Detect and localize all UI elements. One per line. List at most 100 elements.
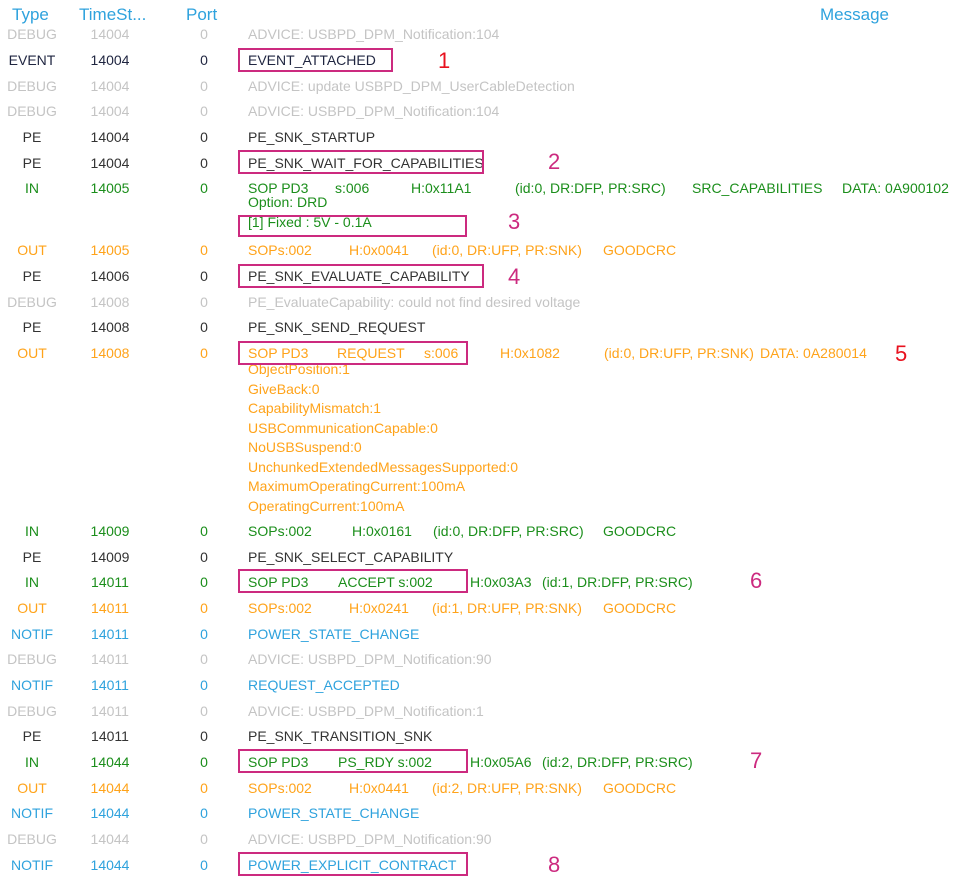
log-port: 0: [200, 155, 208, 171]
log-row[interactable]: PE 14004 0 PE_SNK_STARTUP: [0, 124, 961, 150]
log-message: ADVICE: update USBPD_DPM_UserCableDetect…: [248, 78, 575, 94]
log-row[interactable]: DEBUG 14011 0 ADVICE: USBPD_DPM_Notificatio…: [0, 698, 961, 724]
log-message-part: (id:0, DR:UFP, PR:SNK): [432, 242, 582, 258]
annotation-number-2: 2: [548, 149, 561, 174]
log-port: 0: [200, 180, 208, 196]
log-message-part: H:0x11A1: [411, 180, 472, 196]
highlight-box-3: [238, 215, 467, 237]
log-port: 0: [200, 857, 208, 873]
log-row[interactable]: OUT 14011 0 SOPs:002 H:0x0241 (id:1, DR:UFP, …: [0, 595, 961, 621]
log-message-part: SOPs:002: [248, 242, 312, 258]
log-row[interactable]: NOTIF 14044 0 POWER_EXPLICIT_CONTRACT: [0, 852, 961, 878]
log-row[interactable]: OUT 14005 0 SOPs:002 H:0x0041 (id:0, DR:UFP, …: [0, 237, 961, 263]
log-row[interactable]: NOTIF 14011 0 POWER_STATE_CHANGE: [0, 621, 961, 647]
log-message: ADVICE: USBPD_DPM_Notification:90: [248, 831, 492, 847]
highlight-box-6: [238, 569, 468, 593]
highlight-box-2: [238, 150, 484, 174]
log-message-part: (id:0, DR:UFP, PR:SNK): [604, 345, 754, 361]
log-type: PE: [22, 155, 42, 171]
log-type: DEBUG: [7, 78, 57, 94]
log-row[interactable]: PE 14008 0 PE_SNK_SEND_REQUEST: [0, 314, 961, 340]
log-timestamp: 14044: [90, 780, 130, 796]
log-type: PE: [22, 549, 42, 565]
log-row[interactable]: OUT 14044 0 SOPs:002 H:0x0441 (id:2, DR:UFP, …: [0, 775, 961, 801]
log-type: IN: [25, 754, 39, 770]
log-row[interactable]: DEBUG 14011 0 ADVICE: USBPD_DPM_Notificatio…: [0, 646, 961, 672]
log-row[interactable]: DEBUG 14008 0 PE_EvaluateCapability: could …: [0, 289, 961, 315]
log-message: PE_SNK_SEND_REQUEST: [248, 319, 426, 335]
log-port: 0: [200, 523, 208, 539]
log-row[interactable]: DEBUG 14004 0 ADVICE: USBPD_DPM_Notificatio…: [0, 21, 961, 47]
log-type: IN: [25, 574, 39, 590]
log-type: DEBUG: [7, 703, 57, 719]
log-type: NOTIF: [11, 626, 53, 642]
log-row[interactable]: IN 14005 0 SOP PD3 s:006 H:0x11A1 (id:0, DR:DF…: [0, 175, 961, 201]
log-detail-line: MaximumOperatingCurrent:100mA: [248, 478, 466, 494]
log-type: PE: [22, 728, 42, 744]
log-timestamp: 14011: [91, 574, 129, 590]
annotation-number-5: 5: [895, 341, 908, 366]
log-type: DEBUG: [7, 831, 57, 847]
log-message: REQUEST_ACCEPTED: [248, 677, 400, 693]
log-message-part: GOODCRC: [603, 780, 677, 796]
log-message: POWER_STATE_CHANGE: [248, 805, 420, 821]
log-port: 0: [200, 677, 208, 693]
log-message: ADVICE: USBPD_DPM_Notification:1: [248, 703, 484, 719]
log-timestamp: 14004: [90, 103, 130, 119]
log-type: NOTIF: [11, 805, 53, 821]
log-detail-line: CapabilityMismatch:1: [248, 400, 382, 416]
log-port: 0: [200, 626, 208, 642]
log-message-part: SRC_CAPABILITIES: [692, 180, 823, 196]
log-row[interactable]: OUT 14008 0 SOP PD3 REQUEST s:006 H:0x1082 (id:…: [0, 340, 961, 366]
log-row[interactable]: IN 14011 0 SOP PD3 ACCEPT s:002 H:0x03A3 (id:1…: [0, 569, 961, 595]
log-timestamp: 14044: [90, 831, 130, 847]
log-port: 0: [200, 319, 208, 335]
log-port: 0: [200, 703, 208, 719]
log-row[interactable]: PE 14009 0 PE_SNK_SELECT_CAPABILITY: [0, 544, 961, 570]
log-timestamp: 14004: [90, 52, 130, 68]
log-type: EVENT: [8, 52, 56, 68]
log-detail-line: OperatingCurrent:100mA: [248, 497, 405, 514]
log-timestamp: 14044: [90, 754, 130, 770]
log-message-part: GOODCRC: [603, 242, 677, 258]
log-detail-line: GiveBack:0: [248, 380, 320, 397]
log-port: 0: [200, 600, 208, 616]
log-row[interactable]: DEBUG 14044 0 ADVICE: USBPD_DPM_Notificatio…: [0, 826, 961, 852]
log-message-part: (id:0, DR:DFP, PR:SRC): [433, 523, 584, 539]
log-row[interactable]: EVENT 14004 0 EVENT_ATTACHED: [0, 47, 961, 73]
log-detail-line: USBCommunicationCapable:0: [248, 419, 438, 436]
log-timestamp: 14004: [90, 155, 130, 171]
log-type: DEBUG: [7, 294, 57, 310]
log-message-part: (id:0, DR:DFP, PR:SRC): [515, 180, 666, 196]
log-port: 0: [200, 831, 208, 847]
annotation-number-8: 8: [548, 852, 561, 877]
log-message-part: DATA: 0A900102: [842, 180, 949, 196]
log-row[interactable]: NOTIF 14011 0 REQUEST_ACCEPTED: [0, 672, 961, 698]
log-port: 0: [200, 26, 208, 42]
log-message-part: SOPs:002: [248, 600, 312, 616]
log-port: 0: [200, 345, 208, 361]
log-timestamp: 14008: [90, 294, 130, 310]
log-detail-line: Option: DRD: [248, 194, 328, 210]
log-row[interactable]: IN 14044 0 SOP PD3 PS_RDY s:002 H:0x05A6 (id:2…: [0, 749, 961, 775]
annotation-number-6: 6: [750, 568, 763, 593]
log-row[interactable]: IN 14009 0 SOPs:002 H:0x0161 (id:0, DR:DFP, P…: [0, 518, 961, 544]
log-message: PE_SNK_STARTUP: [248, 129, 376, 145]
log-row[interactable]: NOTIF 14044 0 POWER_STATE_CHANGE: [0, 800, 961, 826]
highlight-box-1: [238, 48, 393, 72]
log-type: OUT: [17, 600, 47, 616]
log-message-part: H:0x1082: [500, 345, 560, 361]
log-row[interactable]: DEBUG 14004 0 ADVICE: update USBPD_DPM_User…: [0, 73, 961, 99]
log-row[interactable]: PE 14011 0 PE_SNK_TRANSITION_SNK: [0, 723, 961, 749]
log-type: DEBUG: [7, 26, 57, 42]
log-port: 0: [200, 268, 208, 284]
log-port: 0: [200, 780, 208, 796]
log-message-part: SOPs:002: [248, 523, 312, 539]
highlight-box-5: [238, 341, 468, 365]
log-row[interactable]: DEBUG 14004 0 ADVICE: USBPD_DPM_Notificatio…: [0, 98, 961, 124]
log-message-part: H:0x0441: [349, 780, 409, 796]
log-port: 0: [200, 129, 208, 145]
log-type: PE: [22, 129, 42, 145]
log-message: ADVICE: USBPD_DPM_Notification:90: [248, 651, 492, 667]
log-message: PE_SNK_TRANSITION_SNK: [248, 728, 433, 744]
